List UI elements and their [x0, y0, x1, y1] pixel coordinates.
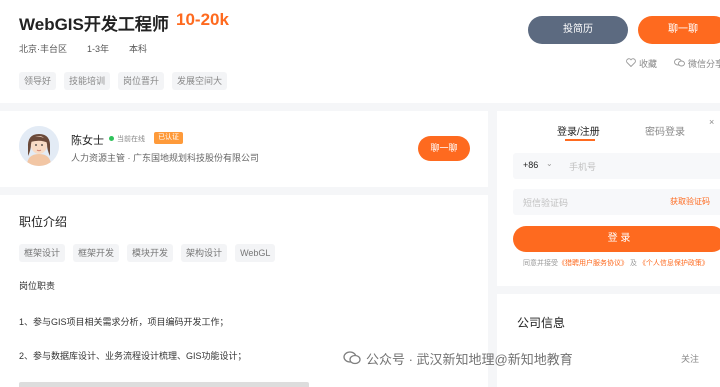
skill-tag: WebGL [235, 244, 276, 262]
apply-button[interactable]: 投简历 [528, 16, 628, 44]
recruiter-name: 陈女士 [71, 135, 104, 147]
share-button[interactable]: 微信分享 [674, 57, 720, 70]
benefit-tag: 发展空间大 [172, 72, 228, 90]
job-header: WebGIS开发工程师 10-20k 北京·丰台区 1-3年 本科 领导好 技能… [0, 0, 720, 103]
benefit-tag: 技能培训 [64, 72, 111, 90]
user-agreement-link[interactable]: 《猎聘用户服务协议》 [558, 260, 628, 267]
login-card: 登录/注册 密码登录 × +86 ⌄ 手机号 短信验证码 获取验证码 登 录 同… [497, 111, 720, 286]
tab-password-login[interactable]: 密码登录 [645, 123, 685, 138]
duty-item-cut-off [19, 382, 309, 387]
privacy-policy-link[interactable]: 《个人信息保护政策》 [639, 260, 709, 267]
chevron-down-icon: ⌄ [546, 159, 553, 168]
verified-badge: 已认证 [154, 132, 183, 144]
collect-label: 收藏 [639, 59, 658, 69]
skill-tags: 框架设计 框架开发 模块开发 架构设计 WebGL [19, 244, 276, 262]
online-status-dot [109, 136, 114, 141]
sms-code-field[interactable]: 短信验证码 获取验证码 [513, 189, 720, 215]
recruiter-card: 陈女士 当前在线 已认证 人力资源主管 · 广东国地规划科技股份有限公司 聊一聊 [0, 111, 488, 187]
job-experience: 1-3年 [87, 44, 110, 54]
avatar [19, 126, 59, 166]
benefit-tag: 领导好 [19, 72, 57, 90]
recruiter-chat-button[interactable]: 聊一聊 [418, 136, 470, 161]
duty-item: 2、参与数据库设计、业务流程设计梳理、GIS功能设计； [19, 351, 247, 361]
online-status: 当前在线 [117, 136, 145, 143]
follow-label[interactable]: 关注 [681, 352, 699, 365]
benefit-tags: 领导好 技能培训 岗位晋升 发展空间大 [19, 72, 228, 90]
skill-tag: 框架开发 [73, 244, 120, 262]
get-code-link[interactable]: 获取验证码 [670, 196, 710, 207]
job-meta: 北京·丰台区 1-3年 本科 [19, 42, 147, 55]
agreement-prefix: 同意并接受 [523, 260, 558, 267]
company-section-title: 公司信息 [517, 316, 566, 330]
job-title: WebGIS开发工程师 [19, 15, 169, 34]
section-title: 职位介绍 [19, 215, 68, 229]
wechat-icon [674, 58, 685, 69]
duty-heading: 岗位职责 [19, 281, 56, 291]
skill-tag: 架构设计 [181, 244, 228, 262]
job-education: 本科 [129, 44, 148, 54]
login-button[interactable]: 登 录 [513, 226, 720, 252]
phone-placeholder: 手机号 [569, 162, 597, 172]
close-icon[interactable]: × [709, 117, 714, 127]
heart-icon [626, 58, 636, 69]
share-label: 微信分享 [688, 59, 720, 69]
wechat-icon [343, 351, 361, 365]
sms-placeholder: 短信验证码 [523, 198, 569, 208]
salary: 10-20k [176, 10, 229, 29]
collect-button[interactable]: 收藏 [626, 57, 657, 70]
chat-button[interactable]: 聊一聊 [638, 16, 720, 44]
recruiter-title: 人力资源主管 · 广东国地规划科技股份有限公司 [71, 153, 259, 163]
skill-tag: 模块开发 [127, 244, 174, 262]
benefit-tag: 岗位晋升 [118, 72, 165, 90]
skill-tag: 框架设计 [19, 244, 66, 262]
tab-sms-login[interactable]: 登录/注册 [557, 123, 600, 138]
watermark: 公众号 · 武汉新知地理@新知地教育 [343, 348, 573, 368]
agreement-text: 同意并接受《猎聘用户服务协议》 及 《个人信息保护政策》 [523, 258, 709, 268]
duty-item: 1、参与GIS项目相关需求分析，项目编码开发工作； [19, 317, 229, 327]
country-code-select[interactable]: +86 [523, 160, 538, 170]
phone-field[interactable]: +86 ⌄ 手机号 [513, 153, 720, 179]
active-tab-indicator [565, 139, 595, 141]
company-info-card: 公司信息 [497, 294, 720, 387]
job-location: 北京·丰台区 [19, 44, 67, 54]
watermark-text: 公众号 · 武汉新知地理@新知地教育 [366, 351, 573, 367]
agreement-mid: 及 [629, 260, 637, 267]
